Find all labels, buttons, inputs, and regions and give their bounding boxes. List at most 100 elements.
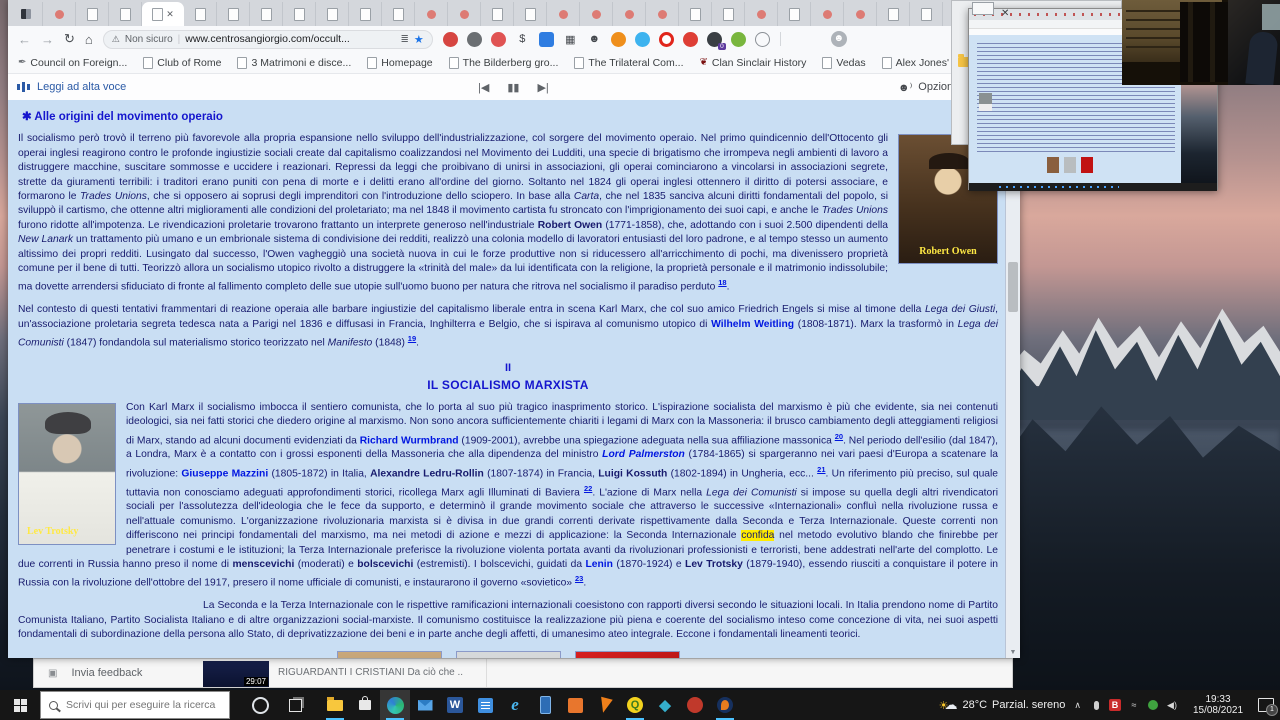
- edge-browser[interactable]: [380, 690, 410, 720]
- forward-icon[interactable]: →: [41, 32, 54, 47]
- pencil-ext-icon[interactable]: [466, 31, 482, 47]
- kdenlive[interactable]: ◆: [650, 690, 680, 720]
- green-ext-icon[interactable]: [730, 31, 746, 47]
- microsoft-store[interactable]: [350, 690, 380, 720]
- reading-list-icon[interactable]: ≣: [401, 34, 409, 45]
- bookmark-star-icon[interactable]: ★: [414, 33, 424, 46]
- browser-tab[interactable]: [514, 2, 547, 26]
- grid-ext-icon[interactable]: ▦: [563, 32, 578, 47]
- browser-tab[interactable]: [646, 2, 679, 26]
- browser-tab[interactable]: [844, 2, 877, 26]
- start-button[interactable]: [0, 690, 40, 720]
- action-center-icon[interactable]: 1: [1258, 698, 1278, 716]
- word[interactable]: W: [440, 690, 470, 720]
- blue-square-ext-icon[interactable]: [538, 31, 554, 47]
- browser-tab[interactable]: [316, 2, 349, 26]
- browser-tab[interactable]: [778, 2, 811, 26]
- ghost-ext-icon[interactable]: [754, 31, 770, 47]
- bookmark-item[interactable]: Clan Sinclair History: [700, 57, 807, 69]
- browser-tab[interactable]: [184, 2, 217, 26]
- person-ext-icon[interactable]: ☻: [587, 32, 602, 47]
- tab-close-icon[interactable]: [166, 10, 174, 19]
- tray-expand-icon[interactable]: ∧: [1074, 700, 1081, 711]
- record-ext-icon[interactable]: [490, 31, 506, 47]
- red-circle-app[interactable]: [680, 690, 710, 720]
- browser-tab[interactable]: [580, 2, 613, 26]
- bookmark-item[interactable]: The Trilateral Com...: [574, 56, 684, 69]
- url-text[interactable]: www.centrosangiorgio.com/occult...: [185, 33, 395, 45]
- bookmark-item[interactable]: Council on Foreign...: [18, 57, 127, 69]
- browser-tab[interactable]: [679, 2, 712, 26]
- browser-tab[interactable]: [547, 2, 580, 26]
- browser-tab[interactable]: [481, 2, 514, 26]
- pause-icon[interactable]: ▮▮: [507, 81, 519, 94]
- video-title[interactable]: RIGUARDANTI I CRISTIANI Da ciò che ..: [278, 667, 463, 678]
- blue-doc-app[interactable]: [470, 690, 500, 720]
- feedback-button[interactable]: Invia feedback: [71, 667, 142, 679]
- search-input[interactable]: [64, 698, 229, 712]
- browser-tab[interactable]: [811, 2, 844, 26]
- browser-tab[interactable]: [613, 2, 646, 26]
- pip-video-window[interactable]: [1122, 0, 1280, 85]
- network-tray-icon[interactable]: ≈: [1128, 700, 1140, 710]
- home-icon[interactable]: ⌂: [85, 32, 93, 47]
- red-ext-icon[interactable]: [682, 31, 698, 47]
- qgis[interactable]: Q: [620, 690, 650, 720]
- task-view-icon[interactable]: [289, 698, 302, 712]
- previous-paragraph-icon[interactable]: |◀: [478, 81, 489, 94]
- orange-ext-icon[interactable]: [610, 31, 626, 47]
- file-explorer[interactable]: [320, 690, 350, 720]
- background-window-strip[interactable]: ▣ Invia feedback 29:07 RIGUARDANTI I CRI…: [33, 658, 1013, 688]
- browser-tab[interactable]: [910, 2, 943, 26]
- browser-tab[interactable]: [109, 2, 142, 26]
- your-phone[interactable]: [530, 690, 560, 720]
- obs-app[interactable]: [710, 690, 740, 720]
- internet-explorer[interactable]: e: [500, 690, 530, 720]
- browser-tab[interactable]: [349, 2, 382, 26]
- adblock-icon[interactable]: [442, 31, 458, 47]
- close-icon[interactable]: ✕: [1001, 8, 1009, 19]
- dollar-ext-icon[interactable]: $: [515, 32, 530, 47]
- mini-window-tab[interactable]: [972, 2, 994, 15]
- dark-ext-icon[interactable]: 0: [706, 31, 726, 50]
- volume-tray-icon[interactable]: ◀): [1166, 700, 1178, 711]
- bookmark-item[interactable]: 3 Matrimoni e disce...: [237, 56, 351, 69]
- reload-icon[interactable]: ↻: [64, 31, 75, 47]
- taskbar-search[interactable]: [40, 691, 230, 719]
- back-icon[interactable]: ←: [18, 32, 31, 47]
- next-paragraph-icon[interactable]: ▶|: [537, 81, 548, 94]
- browser-tab[interactable]: [217, 2, 250, 26]
- cortana-icon[interactable]: [252, 696, 269, 714]
- browser-tab[interactable]: [142, 2, 184, 26]
- profile-avatar[interactable]: ☻: [830, 31, 847, 47]
- browser-tab[interactable]: [283, 2, 316, 26]
- opera-icon[interactable]: [658, 31, 674, 47]
- mail-app[interactable]: [410, 690, 440, 720]
- browser-tab[interactable]: [448, 2, 481, 26]
- scrollbar-thumb[interactable]: [1008, 262, 1018, 312]
- bookmark-item[interactable]: The Bilderberg gro...: [448, 56, 558, 69]
- bookmark-item[interactable]: Club of Rome: [143, 56, 221, 69]
- bookmark-item[interactable]: Homepage: [367, 56, 433, 69]
- browser-tab[interactable]: [877, 2, 910, 26]
- tab-strip[interactable]: [8, 0, 1020, 26]
- lightblue-ext-icon[interactable]: [634, 31, 650, 47]
- mic-tray-icon[interactable]: [1090, 700, 1102, 710]
- address-bar[interactable]: ⚠ Non sicuro | www.centrosangiorgio.com/…: [102, 29, 433, 49]
- carrot-app[interactable]: [590, 690, 620, 720]
- browser-tab[interactable]: [712, 2, 745, 26]
- browser-tab[interactable]: [250, 2, 283, 26]
- weather-widget[interactable]: ☀ ☁ 28°C Parzial. sereno: [939, 697, 1066, 713]
- orange-app[interactable]: [560, 690, 590, 720]
- browser-tab[interactable]: [76, 2, 109, 26]
- green-tray-icon[interactable]: [1147, 700, 1159, 710]
- browser-tab[interactable]: [745, 2, 778, 26]
- taskbar-clock[interactable]: 19:33 15/08/2021: [1187, 694, 1249, 716]
- scroll-down-icon[interactable]: ▼: [1006, 649, 1020, 656]
- video-thumbnail[interactable]: 29:07: [203, 661, 269, 687]
- browser-tab[interactable]: [10, 2, 43, 26]
- browser-tab[interactable]: [415, 2, 448, 26]
- browser-tab[interactable]: [43, 2, 76, 26]
- bookmark-item[interactable]: Vedas: [822, 56, 866, 69]
- antivirus-tray-icon[interactable]: B: [1109, 699, 1121, 711]
